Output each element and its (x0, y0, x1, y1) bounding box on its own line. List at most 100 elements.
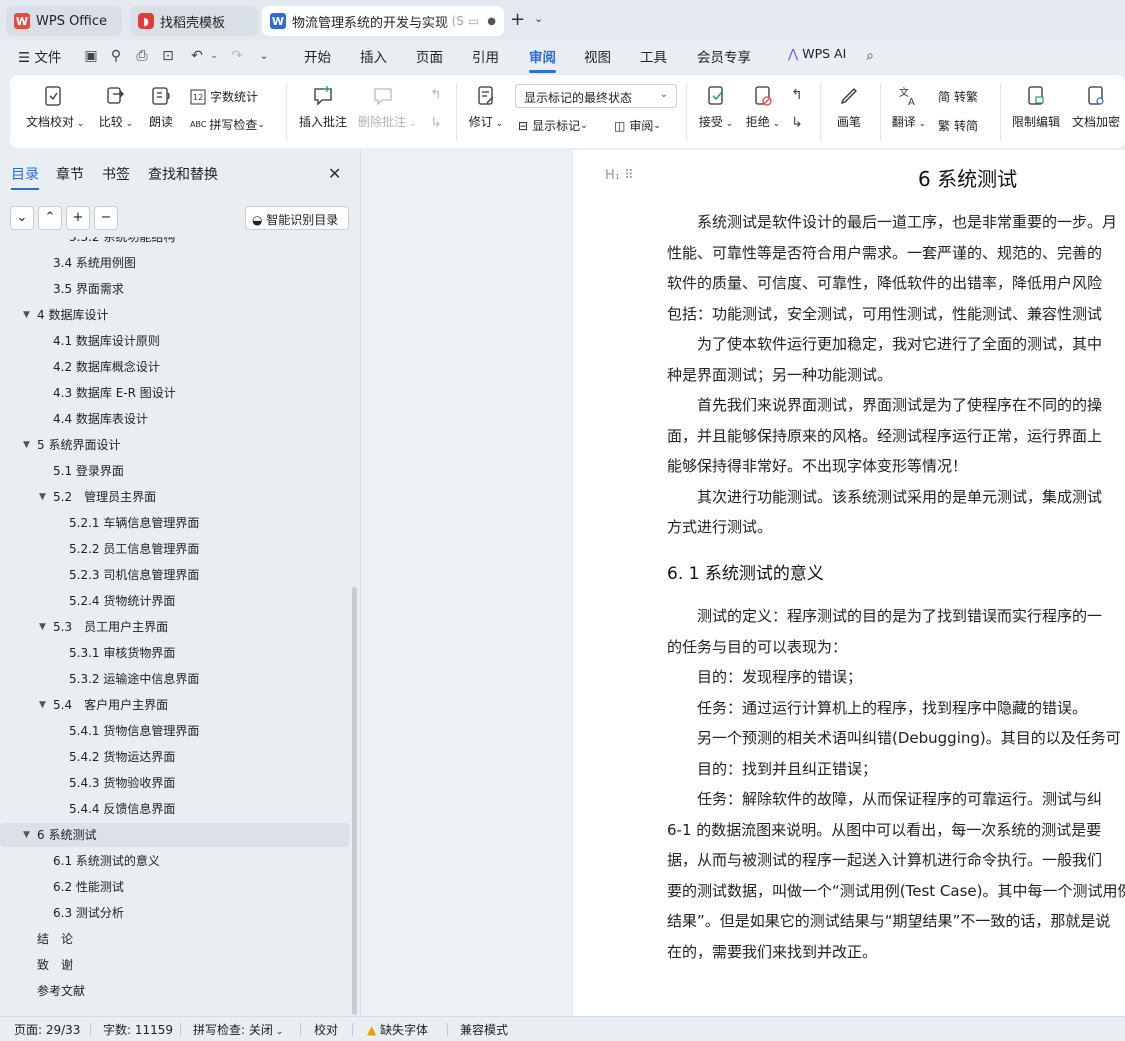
toc-item[interactable]: ▼ 4 数据库设计 (0, 303, 350, 327)
undo-icon[interactable]: ↶ (189, 48, 205, 64)
toc-item[interactable]: 6.3 测试分析 (0, 901, 350, 925)
expand-triangle-icon[interactable]: ▼ (39, 615, 46, 639)
reject-button[interactable]: 拒绝 ⌄ (743, 85, 783, 130)
toc-item[interactable]: 致 谢 (0, 953, 350, 977)
spell-check-status[interactable]: 拼写检查: 关闭 ⌄ (193, 1021, 283, 1038)
smart-toc-button[interactable]: ◒ 智能识别目录 (245, 206, 349, 230)
insert-comment-button[interactable]: 插入批注 (298, 85, 348, 130)
save-icon[interactable]: ▣ (83, 48, 99, 64)
toc-item[interactable]: 5.4.1 货物信息管理界面 (0, 719, 350, 743)
nav-tab-find-replace[interactable]: 查找和替换 (148, 164, 218, 184)
toc-item[interactable]: 4.1 数据库设计原则 (0, 329, 350, 353)
doc-check-button[interactable]: 文档校对 ⌄ (26, 85, 84, 130)
toc-item[interactable]: 结 论 (0, 927, 350, 951)
markup-state-select[interactable]: 显示标记的最终状态 ⌄ (515, 84, 677, 108)
toc-item[interactable]: 5.4.4 反馈信息界面 (0, 797, 350, 821)
expand-triangle-icon[interactable]: ▼ (39, 485, 46, 509)
delete-comment-button[interactable]: 删除批注 ⌄ (358, 85, 416, 130)
to-simplified-button[interactable]: 繁 转简 (938, 117, 978, 134)
brush-button[interactable]: 画笔 (832, 85, 866, 130)
tab-wps-office[interactable]: W WPS Office (6, 6, 122, 36)
print-preview-icon[interactable]: ⊡ (160, 48, 176, 64)
chevron-down-icon[interactable]: ⌄ (534, 12, 543, 25)
menu-view[interactable]: 视图 (584, 46, 611, 66)
chevron-up-icon[interactable]: ⌃ (38, 206, 62, 230)
toc-item[interactable]: 3.5 界面需求 (0, 277, 350, 301)
collapse-minus-icon[interactable]: − (94, 206, 118, 230)
restrict-edit-button[interactable]: 限制编辑 (1010, 85, 1062, 130)
new-tab-button[interactable]: + (510, 9, 525, 30)
next-change-icon[interactable]: ↳ (789, 115, 805, 131)
toc-item[interactable]: 6.2 性能测试 (0, 875, 350, 899)
toc-item[interactable]: 5.3.1 审核货物界面 (0, 641, 350, 665)
accept-button[interactable]: 接受 ⌄ (696, 85, 736, 130)
redo-icon[interactable]: ↷ (229, 48, 245, 64)
nav-tab-toc[interactable]: 目录 (11, 164, 39, 190)
missing-font-status[interactable]: ▲ 缺失字体 (367, 1021, 428, 1038)
prev-comment-icon[interactable]: ↰ (428, 87, 444, 103)
translate-button[interactable]: 文A 翻译 ⌄ (890, 85, 928, 130)
toc-item[interactable]: 4.2 数据库概念设计 (0, 355, 350, 379)
heading-marker-icon[interactable]: H₁ ⠿ (605, 168, 634, 183)
expand-triangle-icon[interactable]: ▼ (23, 823, 30, 847)
toc-item[interactable]: 5.1 登录界面 (0, 459, 350, 483)
toc-item[interactable]: ▼ 5 系统界面设计 (0, 433, 350, 457)
collapse-chevron-down-icon[interactable]: ⌄ (10, 206, 34, 230)
unsaved-dot-icon[interactable]: ● (487, 16, 496, 27)
menu-member[interactable]: 会员专享 (697, 46, 751, 66)
tab-document[interactable]: W 物流管理系统的开发与实现 (S ▭ ● (262, 6, 504, 36)
proof-status[interactable]: 校对 (314, 1021, 338, 1038)
search-icon[interactable]: ⌕ (862, 48, 878, 64)
toc-item[interactable]: 5.3.2 运输途中信息界面 (0, 667, 350, 691)
prev-change-icon[interactable]: ↰ (789, 87, 805, 103)
toc-item[interactable]: 3.4 系统用例图 (0, 251, 350, 275)
next-comment-icon[interactable]: ↳ (428, 115, 444, 131)
review-pane-button[interactable]: ◫ 审阅 ⌄ (614, 117, 661, 134)
to-traditional-button[interactable]: 简 转繁 (938, 88, 978, 105)
file-menu[interactable]: ☰ 文件 (18, 46, 61, 66)
more-chevron-icon[interactable]: ⌄ (256, 48, 272, 64)
toc-item[interactable]: ▼ 5.3 员工用户主界面 (0, 615, 350, 639)
undo-chevron-icon[interactable]: ⌄ (206, 48, 222, 64)
expand-plus-icon[interactable]: + (66, 206, 90, 230)
menu-start[interactable]: 开始 (304, 46, 331, 66)
revise-button[interactable]: 修订 ⌄ (466, 85, 506, 130)
show-markup-button[interactable]: ⊟ 显示标记 ⌄ (518, 117, 588, 134)
doc-encrypt-button[interactable]: 文档加密 (1070, 85, 1122, 130)
toc-item[interactable]: 3.3.2 系统功能结构 (0, 237, 350, 249)
expand-triangle-icon[interactable]: ▼ (39, 693, 46, 717)
menu-insert[interactable]: 插入 (360, 46, 387, 66)
nav-tab-chapter[interactable]: 章节 (56, 164, 84, 184)
read-aloud-button[interactable]: 朗读 (146, 85, 176, 130)
toc-item[interactable]: 6.1 系统测试的意义 (0, 849, 350, 873)
word-count-status[interactable]: 字数: 11159 (103, 1021, 173, 1038)
toc-item[interactable]: 4.3 数据库 E-R 图设计 (0, 381, 350, 405)
toc-item[interactable]: ▼ 5.2 管理员主界面 (0, 485, 350, 509)
toc-item[interactable]: 5.4.2 货物运达界面 (0, 745, 350, 769)
toc-item[interactable]: 5.2.1 车辆信息管理界面 (0, 511, 350, 535)
toc-item[interactable]: 5.2.2 员工信息管理界面 (0, 537, 350, 561)
expand-triangle-icon[interactable]: ▼ (23, 303, 30, 327)
toc-item[interactable]: ▼ 5.4 客户用户主界面 (0, 693, 350, 717)
toc-item[interactable]: 4.4 数据库表设计 (0, 407, 350, 431)
toc-item[interactable]: 5.4.3 货物验收界面 (0, 771, 350, 795)
spell-check-button[interactable]: ABC 拼写检查 ⌄ (190, 116, 265, 133)
compare-button[interactable]: 比较 ⌄ (96, 85, 136, 130)
toc-item[interactable]: 参考文献 (0, 979, 350, 1003)
menu-page[interactable]: 页面 (416, 46, 443, 66)
menu-tools[interactable]: 工具 (640, 46, 667, 66)
close-icon[interactable]: ✕ (328, 164, 341, 183)
share-icon[interactable]: ⚲ (108, 48, 124, 64)
page-indicator[interactable]: 页面: 29/33 (14, 1021, 80, 1038)
tab-template[interactable]: ◗ 找稻壳模板 (130, 6, 258, 36)
toc-scrollbar[interactable] (352, 587, 357, 1015)
toc-item[interactable]: 5.2.4 货物统计界面 (0, 589, 350, 613)
word-count-button[interactable]: 12 字数统计 (190, 88, 258, 105)
print-icon[interactable]: ⎙ (134, 48, 150, 64)
expand-triangle-icon[interactable]: ▼ (23, 433, 30, 457)
menu-review[interactable]: 审阅 (529, 46, 556, 73)
toc-item[interactable]: ▼ 6 系统测试 (0, 823, 350, 847)
wps-ai-button[interactable]: ⋀ WPS AI (788, 46, 846, 61)
nav-tab-bookmark[interactable]: 书签 (102, 164, 130, 184)
toc-item[interactable]: 5.2.3 司机信息管理界面 (0, 563, 350, 587)
